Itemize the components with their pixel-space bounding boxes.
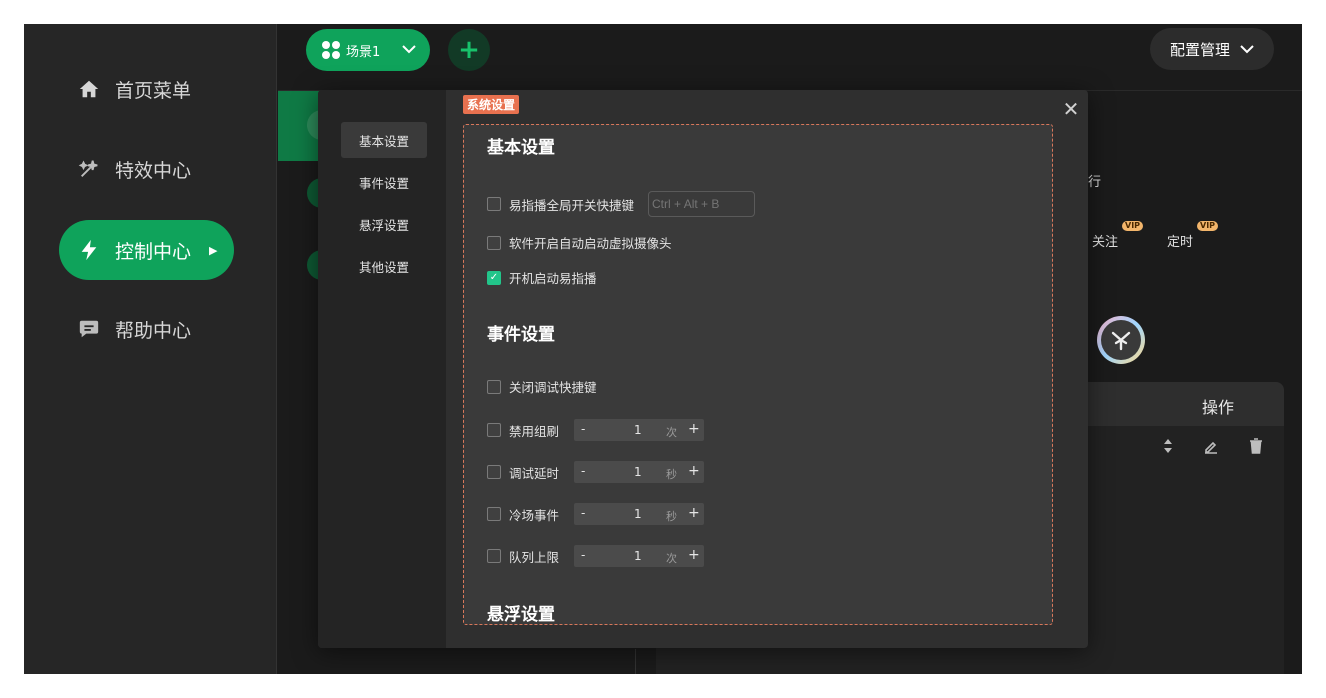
stepper-minus-button[interactable]: - bbox=[581, 464, 585, 478]
sidebar-item-effects[interactable]: 特效中心 bbox=[59, 139, 234, 199]
chevron-down-icon bbox=[1240, 45, 1254, 54]
settings-panel[interactable]: 基本设置 易指播全局开关快捷键 软件开启自动启动虚拟摄像头 ✓ 开机启动易指播 … bbox=[463, 124, 1053, 625]
stepper-minus-button[interactable]: - bbox=[581, 506, 585, 520]
row-text: 行 bbox=[1088, 175, 1102, 190]
effects-icon bbox=[77, 157, 101, 181]
scene-selector[interactable]: 场景1 bbox=[306, 29, 430, 71]
option-label: 软件开启自动启动虚拟摄像头 bbox=[509, 236, 672, 251]
section-title-float: 悬浮设置 bbox=[487, 605, 555, 625]
stepper-minus-button[interactable]: - bbox=[581, 548, 585, 562]
stepper-plus-button[interactable]: + bbox=[688, 505, 700, 521]
checkbox-disable-group-spam[interactable] bbox=[487, 423, 501, 437]
table-header-ops: 操作 bbox=[1087, 382, 1284, 426]
plus-icon: + bbox=[458, 35, 480, 65]
quantity-stepper: - 1 秒 + bbox=[574, 461, 705, 483]
checkbox-startup-launch[interactable]: ✓ bbox=[487, 270, 501, 285]
option-label: 关闭调试快捷键 bbox=[509, 380, 597, 395]
option-label: 冷场事件 bbox=[509, 507, 560, 523]
vip-badge: VIP bbox=[1122, 221, 1144, 231]
scene-grid-icon bbox=[322, 41, 340, 59]
tab-basic-settings[interactable]: 基本设置 bbox=[341, 122, 427, 158]
tab-other-settings[interactable]: 其他设置 bbox=[341, 248, 427, 284]
modal-sidebar: 基本设置 事件设置 悬浮设置 其他设置 bbox=[318, 90, 446, 648]
quantity-stepper: - 1 次 + bbox=[574, 545, 705, 567]
option-label: 禁用组刷 bbox=[509, 423, 560, 439]
stepper-minus-button[interactable]: - bbox=[581, 422, 585, 436]
option-queue-limit: 队列上限 - 1 次 + bbox=[487, 545, 705, 567]
checkbox-cold-event[interactable] bbox=[487, 507, 501, 521]
quantity-stepper: - 1 秒 + bbox=[574, 503, 705, 525]
divider bbox=[635, 649, 636, 674]
sidebar-item-label: 首页菜单 bbox=[115, 79, 192, 102]
stepper-plus-button[interactable]: + bbox=[688, 463, 700, 479]
trash-icon[interactable] bbox=[1249, 438, 1263, 458]
sidebar-item-label: 特效中心 bbox=[115, 159, 192, 182]
sidebar-item-home[interactable]: 首页菜单 bbox=[59, 59, 234, 119]
sidebar-item-label: 帮助中心 bbox=[115, 319, 192, 342]
checkbox-close-debug[interactable] bbox=[487, 379, 501, 394]
section-title-basic: 基本设置 bbox=[487, 138, 555, 158]
chevron-down-icon bbox=[402, 43, 416, 58]
settings-modal: 基本设置 事件设置 悬浮设置 其他设置 ✕ 系统设置 基本设置 易指播全局开关快… bbox=[318, 90, 1088, 648]
sidebar-item-label: 控制中心 bbox=[115, 240, 192, 263]
stepper-plus-button[interactable]: + bbox=[688, 421, 700, 437]
modal-title-tag: 系统设置 bbox=[463, 95, 520, 114]
stepper-unit: 秒 bbox=[666, 510, 678, 523]
option-disable-group-spam: 禁用组刷 - 1 次 + bbox=[487, 419, 705, 441]
stepper-plus-button[interactable]: + bbox=[688, 547, 700, 563]
checkbox-queue-limit[interactable] bbox=[487, 549, 501, 563]
close-icon[interactable]: ✕ bbox=[1060, 97, 1082, 121]
stepper-value[interactable]: 1 bbox=[634, 549, 642, 563]
sort-icon[interactable] bbox=[1163, 438, 1173, 458]
section-title-event: 事件设置 bbox=[487, 325, 555, 345]
sidebar-item-control[interactable]: 控制中心 ▶ bbox=[59, 220, 234, 280]
option-startup-launch: ✓ 开机启动易指播 bbox=[487, 268, 597, 287]
option-auto-camera: 软件开启自动启动虚拟摄像头 bbox=[487, 233, 672, 252]
option-label: 易指播全局开关快捷键 bbox=[509, 197, 635, 213]
sidebar-nav: 首页菜单 特效中心 控制中心 ▶ 帮助中心 bbox=[24, 24, 277, 674]
option-global-hotkey: 易指播全局开关快捷键 bbox=[487, 191, 756, 217]
hotkey-input[interactable] bbox=[648, 191, 756, 217]
checkbox-debug-delay[interactable] bbox=[487, 465, 501, 479]
stepper-unit: 次 bbox=[666, 426, 678, 439]
stepper-value[interactable]: 1 bbox=[634, 423, 642, 437]
checkbox-auto-camera[interactable] bbox=[487, 235, 501, 250]
stepper-value[interactable]: 1 bbox=[634, 507, 642, 521]
sidebar-item-help[interactable]: 帮助中心 bbox=[59, 299, 234, 359]
config-label: 配置管理 bbox=[1169, 40, 1230, 59]
stepper-value[interactable]: 1 bbox=[634, 465, 642, 479]
config-manage-button[interactable]: 配置管理 bbox=[1150, 28, 1274, 70]
option-label: 开机启动易指播 bbox=[509, 271, 597, 286]
scene-label: 场景1 bbox=[346, 44, 381, 60]
timer-label[interactable]: 定时 bbox=[1167, 231, 1193, 250]
tab-event-settings[interactable]: 事件设置 bbox=[341, 164, 427, 200]
option-label: 调试延时 bbox=[509, 465, 560, 481]
app-logo bbox=[1097, 316, 1145, 364]
vip-badge: VIP bbox=[1197, 221, 1219, 231]
app-window: 首页菜单 特效中心 控制中心 ▶ 帮助中心 场景1 + 配置管理 行 关注 VI… bbox=[24, 24, 1302, 674]
follow-label[interactable]: 关注 bbox=[1092, 231, 1118, 250]
option-debug-delay: 调试延时 - 1 秒 + bbox=[487, 461, 705, 483]
home-icon bbox=[77, 77, 101, 101]
option-label: 队列上限 bbox=[509, 549, 560, 565]
caret-right-icon: ▶ bbox=[209, 243, 218, 257]
quantity-stepper: - 1 次 + bbox=[574, 419, 705, 441]
checkbox-global-hotkey[interactable] bbox=[487, 197, 501, 211]
stepper-unit: 次 bbox=[666, 552, 678, 565]
ops-header-label: 操作 bbox=[1202, 398, 1235, 417]
chat-icon bbox=[77, 317, 101, 341]
lightning-icon bbox=[77, 238, 101, 262]
option-close-debug-hotkey: 关闭调试快捷键 bbox=[487, 377, 597, 396]
add-scene-button[interactable]: + bbox=[448, 29, 490, 71]
edit-icon[interactable] bbox=[1203, 438, 1219, 458]
option-cold-event: 冷场事件 - 1 秒 + bbox=[487, 503, 705, 525]
tab-float-settings[interactable]: 悬浮设置 bbox=[341, 206, 427, 242]
stepper-unit: 秒 bbox=[666, 468, 678, 481]
